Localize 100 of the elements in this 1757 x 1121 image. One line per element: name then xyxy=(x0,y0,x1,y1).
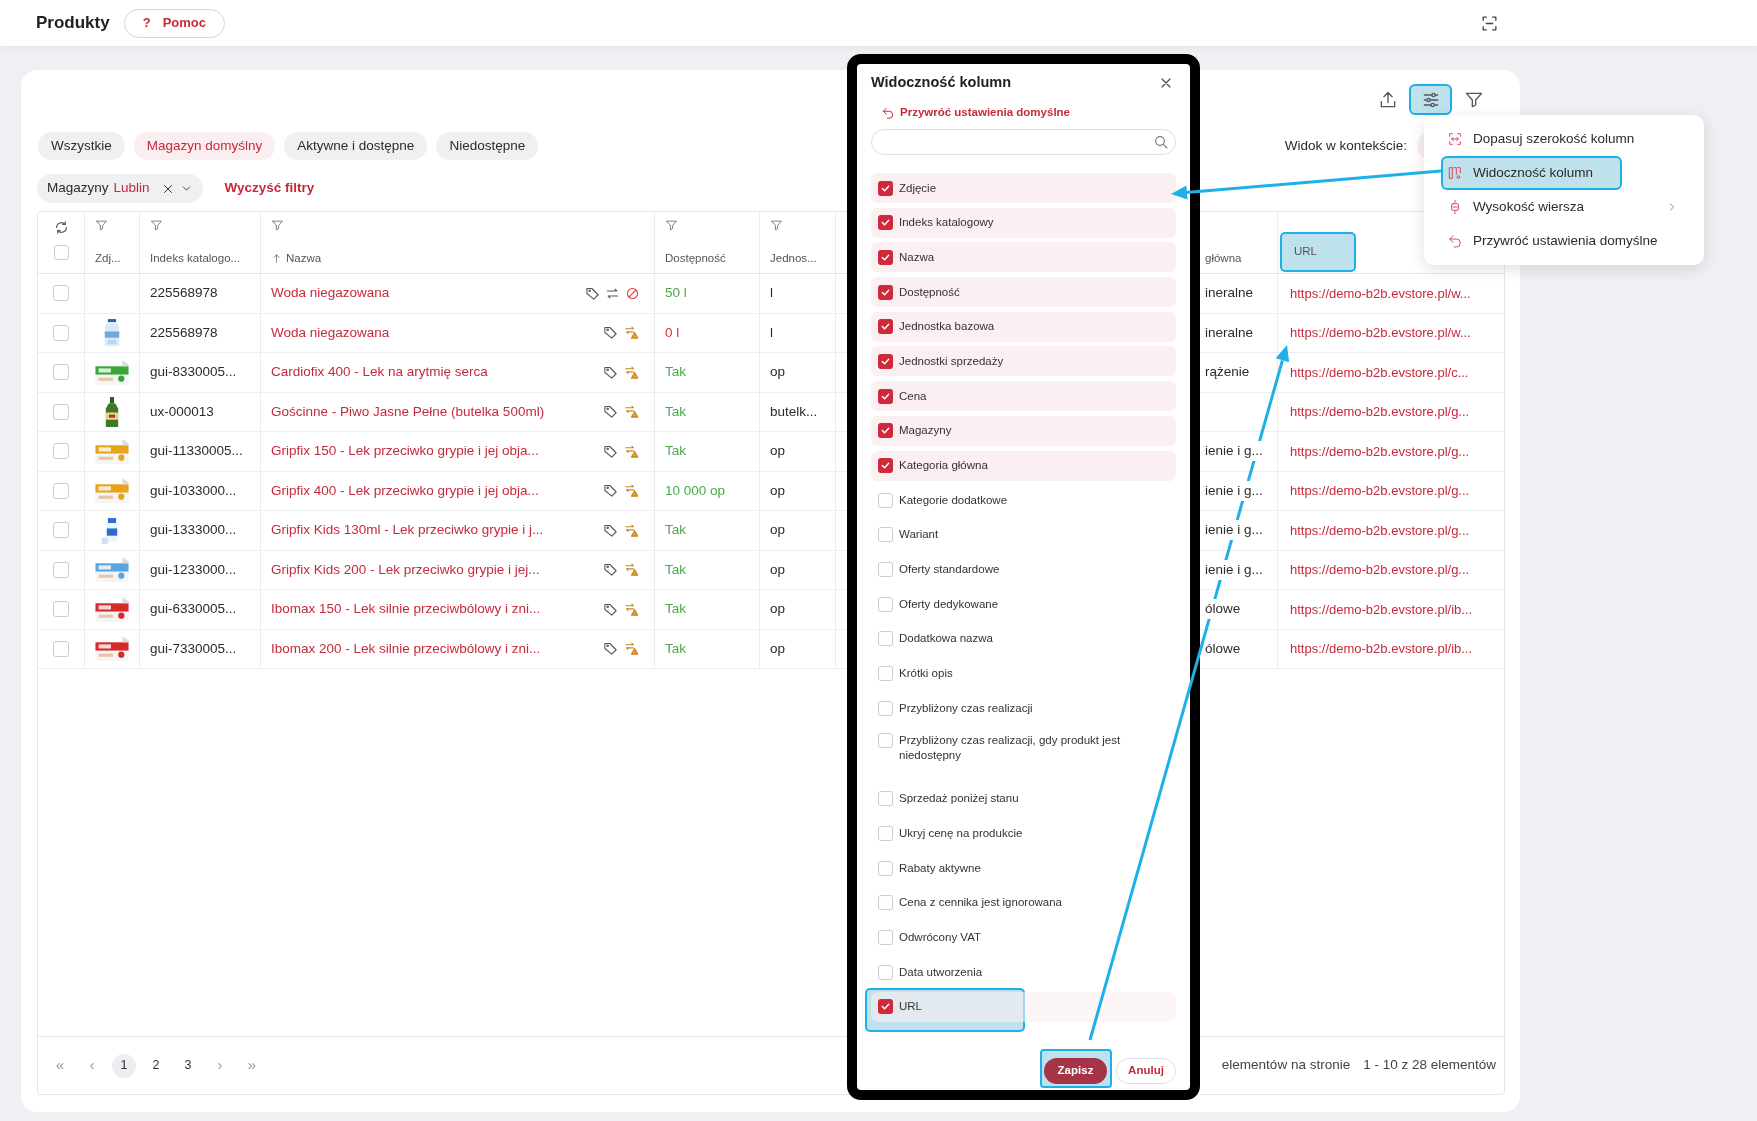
menu-item[interactable]: Przywróć ustawienia domyślne xyxy=(1441,224,1688,258)
checkbox[interactable] xyxy=(878,964,893,980)
product-link[interactable]: Gripfix 400 - Lek przeciwko grypie i jej obja... xyxy=(271,480,539,501)
filter-chip[interactable]: Magazyny Lublin xyxy=(37,174,203,203)
checkbox[interactable] xyxy=(53,561,69,578)
column-option[interactable]: Ukryj cenę na produkcie xyxy=(871,818,1176,849)
column-option[interactable]: Dostępność xyxy=(871,277,1176,308)
checkbox[interactable] xyxy=(878,596,893,612)
url-link[interactable]: https://demo-b2b.evstore.pl/g... xyxy=(1290,481,1470,501)
page-button[interactable]: 3 xyxy=(176,1053,200,1078)
save-button[interactable]: Zapisz xyxy=(1044,1058,1107,1084)
url-link[interactable]: https://demo-b2b.evstore.pl/g... xyxy=(1290,560,1470,580)
column-option[interactable]: Przybliżony czas realizacji xyxy=(871,693,1176,724)
column-option[interactable]: Jednostka bazowa xyxy=(871,311,1176,342)
checkbox[interactable] xyxy=(53,403,69,420)
column-header[interactable]: Indeks katalogo... xyxy=(150,249,241,267)
column-option[interactable]: Zdjęcie xyxy=(871,173,1176,203)
checkbox[interactable] xyxy=(878,180,893,196)
checkbox[interactable] xyxy=(878,562,893,578)
column-header[interactable]: główna xyxy=(1205,249,1242,267)
checkbox[interactable] xyxy=(53,601,69,618)
checkbox[interactable] xyxy=(53,522,69,539)
checkbox[interactable] xyxy=(878,791,893,807)
product-link[interactable]: Gripfix Kids 200 - Lek przeciwko grypie i jej... xyxy=(271,559,540,580)
url-link[interactable]: https://demo-b2b.evstore.pl/w... xyxy=(1290,283,1471,303)
column-option[interactable]: Kategorie dodatkowe xyxy=(871,485,1176,516)
menu-item[interactable]: Wysokość wiersza xyxy=(1441,190,1688,224)
checkbox[interactable] xyxy=(878,929,893,945)
checkbox[interactable] xyxy=(878,353,893,369)
checkbox[interactable] xyxy=(878,631,893,647)
checkbox[interactable] xyxy=(878,215,893,231)
url-link[interactable]: https://demo-b2b.evstore.pl/c... xyxy=(1290,362,1469,382)
column-option[interactable]: Oferty dedykowane xyxy=(871,589,1176,620)
checkbox[interactable] xyxy=(878,319,893,335)
checkbox[interactable] xyxy=(878,492,893,508)
column-option[interactable]: Cena z cennika jest ignorowana xyxy=(871,887,1176,918)
page-button[interactable]: 2 xyxy=(144,1053,168,1078)
column-option[interactable]: Kategoria główna xyxy=(871,450,1176,481)
checkbox[interactable] xyxy=(878,733,893,748)
clear-filters-link[interactable]: Wyczyść filtry xyxy=(224,178,315,199)
column-option[interactable]: Data utworzenia xyxy=(871,957,1176,988)
checkbox[interactable] xyxy=(878,527,893,543)
column-option[interactable]: Cena xyxy=(871,381,1176,412)
filter-tab[interactable]: Magazyn domyślny xyxy=(133,132,276,160)
page-button[interactable]: 1 xyxy=(112,1053,136,1078)
column-option[interactable]: Odwrócony VAT xyxy=(871,922,1176,953)
product-link[interactable]: Ibomax 150 - Lek silnie przeciwbólowy i zni... xyxy=(271,599,541,620)
column-option[interactable]: Wariant xyxy=(871,519,1176,550)
column-header[interactable]: Nazwa xyxy=(286,249,322,267)
checkbox[interactable] xyxy=(53,640,69,657)
checkbox[interactable] xyxy=(878,249,893,265)
column-option[interactable]: Oferty standardowe xyxy=(871,554,1176,585)
checkbox[interactable] xyxy=(878,388,893,404)
column-option[interactable]: Jednostki sprzedaży xyxy=(871,346,1176,377)
column-option[interactable]: Nazwa xyxy=(871,242,1176,273)
product-link[interactable]: Cardiofix 400 - Lek na arytmię serca xyxy=(271,362,488,383)
column-settings-button[interactable] xyxy=(1409,84,1452,115)
product-link[interactable]: Gościnne - Piwo Jasne Pełne (butelka 500ml) xyxy=(271,401,545,422)
filter-tab[interactable]: Wszystkie xyxy=(38,132,125,160)
column-option[interactable]: URL xyxy=(871,991,1176,1022)
url-link[interactable]: https://demo-b2b.evstore.pl/g... xyxy=(1290,402,1470,422)
checkbox[interactable] xyxy=(878,458,893,473)
column-option[interactable]: Krótki opis xyxy=(871,658,1176,689)
product-link[interactable]: Ibomax 200 - Lek silnie przeciwbólowy i zni... xyxy=(271,638,541,659)
column-header[interactable]: Jednos... xyxy=(770,249,817,267)
restore-defaults-link[interactable]: Przywróć ustawienia domyślne xyxy=(871,105,1176,121)
checkbox[interactable] xyxy=(53,443,69,460)
product-link[interactable]: Woda niegazowana xyxy=(271,283,390,304)
checkbox[interactable] xyxy=(53,324,69,341)
product-link[interactable]: Woda niegazowana xyxy=(271,322,390,343)
checkbox[interactable] xyxy=(53,285,69,302)
checkbox[interactable] xyxy=(878,666,893,682)
checkbox[interactable] xyxy=(53,245,69,260)
column-option[interactable]: Indeks katalogowy xyxy=(871,207,1176,238)
checkbox[interactable] xyxy=(53,364,69,381)
checkbox[interactable] xyxy=(53,482,69,499)
column-header[interactable]: Dostępność xyxy=(665,249,726,267)
checkbox[interactable] xyxy=(878,825,893,841)
column-option[interactable]: Magazyny xyxy=(871,415,1176,446)
url-link[interactable]: https://demo-b2b.evstore.pl/ib... xyxy=(1290,599,1473,619)
checkbox[interactable] xyxy=(878,999,893,1015)
column-header[interactable]: Zdj... xyxy=(95,249,121,267)
column-option[interactable]: Dodatkowa nazwa xyxy=(871,623,1176,654)
checkbox[interactable] xyxy=(878,700,893,716)
filter-tab[interactable]: Niedostępne xyxy=(436,132,539,160)
checkbox[interactable] xyxy=(878,895,893,911)
url-link[interactable]: https://demo-b2b.evstore.pl/g... xyxy=(1290,441,1470,461)
checkbox[interactable] xyxy=(878,860,893,876)
product-link[interactable]: Gripfix 150 - Lek przeciwko grypie i jej obja... xyxy=(271,441,539,462)
column-option[interactable]: Rabaty aktywne xyxy=(871,853,1176,884)
checkbox[interactable] xyxy=(878,423,893,439)
column-option[interactable]: Sprzedaż poniżej stanu xyxy=(871,783,1176,814)
url-link[interactable]: https://demo-b2b.evstore.pl/g... xyxy=(1290,520,1470,540)
url-link[interactable]: https://demo-b2b.evstore.pl/ib... xyxy=(1290,639,1473,659)
url-link[interactable]: https://demo-b2b.evstore.pl/w... xyxy=(1290,323,1471,343)
cancel-button[interactable]: Anuluj xyxy=(1116,1058,1176,1084)
column-option[interactable]: Przybliżony czas realizacji, gdy produkt jest niedostępny xyxy=(871,728,1176,779)
checkbox[interactable] xyxy=(878,284,893,300)
menu-item[interactable]: Dopasuj szerokość kolumn xyxy=(1441,122,1688,156)
column-header[interactable]: URL xyxy=(1280,232,1356,272)
